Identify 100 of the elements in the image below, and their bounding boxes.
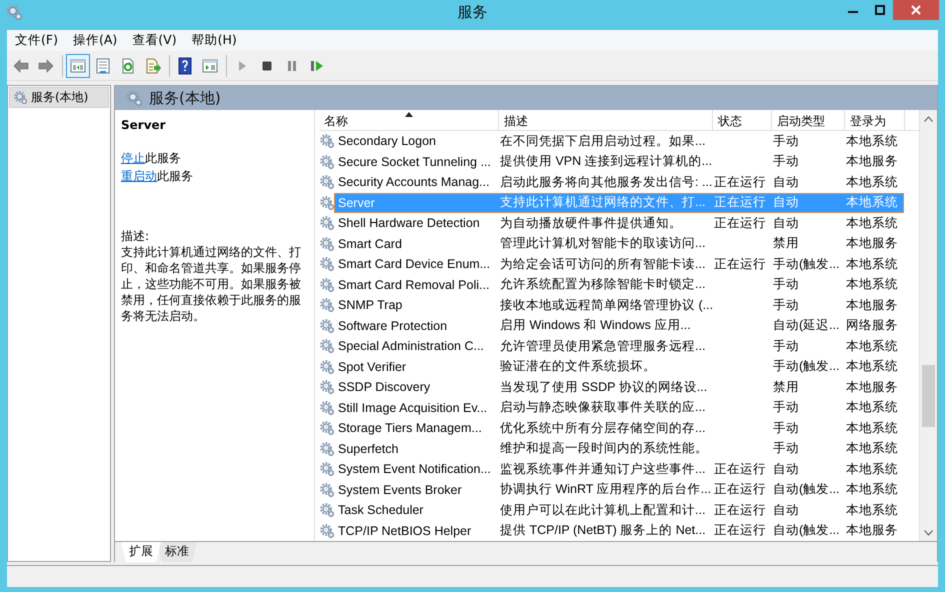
table-row[interactable]: Still Image Acquisition Ev... 启动与静态映像获取事件关联的应... 手动 本地系统 [319, 398, 919, 418]
gear-icon [319, 215, 335, 232]
scrollbar-thumb[interactable] [922, 365, 935, 428]
table-cell-text: Security Accounts Manag... [337, 175, 490, 190]
close-icon [911, 5, 921, 15]
table-cell-text: 网络服务 [845, 317, 899, 334]
table-cell-text: TCP/IP NetBIOS Helper [337, 524, 472, 538]
table-cell-text: 正在运行 [713, 502, 767, 519]
action-link[interactable]: 停止 [121, 151, 145, 165]
table-cell-text: 手动 [772, 440, 800, 458]
table-row[interactable]: Secure Socket Tunneling ... 提供使用 VPN 连接到远程计算机的... 手动 本地服务 [319, 152, 919, 172]
menu-item[interactable]: 文件(F) [14, 32, 66, 49]
view-tab[interactable]: 标准 [157, 542, 197, 562]
scroll-up-icon[interactable] [924, 116, 933, 122]
column-header[interactable]: 状态 [713, 110, 772, 131]
table-row[interactable]: Smart Card Removal Poli... 允许系统配置为移除智能卡时锁定... 手动 本地系统 [319, 274, 919, 295]
table-cell-text: 正在运行 [713, 481, 767, 498]
menu-item[interactable]: 查看(V) [131, 32, 185, 49]
table-cell-text: Spot Verifier [337, 360, 408, 374]
table-cell-text: 维护和提高一段时间内的系统性能。 [499, 440, 709, 458]
table-cell-text: 优化系统中所有分层存储空间的存... [499, 420, 706, 437]
table-cell-text: 本地系统 [845, 358, 899, 376]
column-header[interactable]: 启动类型 [772, 110, 845, 131]
gear-icon [319, 502, 335, 518]
table-cell-text: 手动 [772, 399, 800, 416]
table-cell-text: 为给定会话可访问的所有智能卡读... [499, 256, 706, 273]
table-row[interactable]: Task Scheduler 使用户可以在此计算机上配置和计... 正在运行 自动 本地系统 [319, 500, 919, 520]
table-row[interactable]: Spot Verifier 验证潜在的文件系统损坏。 手动(触发... 本地系统 [319, 356, 919, 377]
table-cell-text: 本地系统 [845, 132, 899, 150]
table-cell-text: 监视系统事件并通知订户这些事件... [499, 460, 706, 478]
table-cell-text: 本地系统 [845, 460, 899, 478]
table-row[interactable]: Storage Tiers Managem... 优化系统中所有分层存储空间的存... 手动 本地系统 [319, 418, 919, 438]
table-row[interactable]: Shell Hardware Detection 为自动播放硬件事件提供通知。 正在运行 自动 本地系统 [319, 213, 919, 234]
table-cell-text: 启动与静态映像获取事件关联的应... [499, 399, 706, 416]
table-cell-text: 本地系统 [845, 502, 899, 519]
table-row[interactable]: Superfetch 维护和提高一段时间内的系统性能。 手动 本地系统 [319, 438, 919, 459]
scroll-down-icon[interactable] [924, 530, 933, 536]
table-cell-text: 本地系统 [845, 276, 899, 294]
table-cell-text: 本地系统 [845, 440, 899, 458]
table-cell-text: 自动 [772, 214, 800, 232]
gear-icon [319, 440, 335, 457]
description-label: 描述: [121, 228, 150, 244]
gear-icon [319, 318, 335, 334]
table-cell-text: System Events Broker [337, 482, 463, 497]
table-cell-text: 本地系统 [845, 256, 899, 273]
gear-icon [319, 236, 335, 252]
table-cell-text: Secondary Logon [337, 134, 437, 148]
table-cell-text: 本地服务 [845, 235, 899, 252]
table-cell-text: 本地服务 [845, 296, 899, 314]
help-icon [176, 56, 194, 74]
tree-item[interactable]: 服务(本地) [9, 87, 109, 108]
table-cell-text: Storage Tiers Managem... [337, 421, 483, 436]
close-button[interactable] [893, 0, 939, 20]
column-header[interactable]: 描述 [499, 110, 713, 131]
menu-item[interactable]: 帮助(H) [190, 32, 245, 49]
table-cell-text: 正在运行 [713, 174, 767, 191]
table-row[interactable]: Security Accounts Manag... 启动此服务将向其他服务发出信号: ...正在运行 自动 本地系统 [319, 172, 919, 192]
gear-icon [319, 358, 335, 375]
table-row[interactable]: SSDP Discovery 当发现了使用 SSDP 协议的网络设... 禁用 本地服务 [319, 377, 919, 398]
table-cell-text: 手动 [772, 338, 800, 355]
gear-icon [319, 400, 335, 416]
table-cell-text: 自动 [772, 460, 800, 478]
table-cell-text: 本地系统 [845, 399, 899, 416]
gear-icon [13, 90, 28, 105]
table-cell-text: Smart Card Removal Poli... [337, 278, 490, 292]
menu-item[interactable]: 操作(A) [72, 32, 126, 49]
window-title: 服务 [458, 3, 488, 21]
table-row[interactable]: Software Protection 启用 Windows 和 Windows 应用... 自动(延迟... 网络服务 [319, 316, 919, 336]
table-cell-text: Smart Card Device Enum... [337, 257, 492, 272]
table-row[interactable]: Smart Card 管理此计算机对智能卡的取读访问... 禁用 本地服务 [319, 234, 919, 254]
forward-arrow-icon [37, 56, 55, 74]
table-row[interactable]: System Event Notification... 监视系统事件并通知订户这些事件... 正在运行 自动 本地系统 [319, 459, 919, 480]
table-cell-text: 提供使用 VPN 连接到远程计算机的... [499, 153, 711, 170]
table-cell-text: Smart Card [337, 236, 403, 251]
table-cell-text: 正在运行 [713, 460, 767, 478]
table-cell-text: 支持此计算机通过网络的文件、打... [499, 194, 706, 212]
action-text: 停止此服务 [121, 150, 182, 166]
table-cell-text: 手动(触发... [772, 256, 841, 273]
table-cell-text: Task Scheduler [337, 503, 424, 518]
table-row[interactable]: System Events Broker 协调执行 WinRT 应用程序的后台作... 正在运行 自动(触发... 本地系统 [319, 480, 919, 500]
table-cell-text: 手动 [772, 420, 800, 437]
table-cell-text: 自动(触发... [772, 522, 841, 540]
column-header[interactable]: 登录为 [845, 110, 905, 131]
column-header[interactable]: 名称 [319, 110, 499, 131]
table-row[interactable]: SNMP Trap 接收本地或远程简单网络管理协议 (... 手动 本地服务 [319, 295, 919, 316]
table-row[interactable]: Smart Card Device Enum... 为给定会话可访问的所有智能卡读... 正在运行 手动(触发... 本地系统 [319, 254, 919, 274]
table-row[interactable]: TCP/IP NetBIOS Helper 提供 TCP/IP (NetBT) 服务上的 Net... 正在运行 自动(触发... 本地服务 [319, 520, 919, 541]
table-cell-text: 为自动播放硬件事件提供通知。 [499, 214, 683, 232]
table-cell-text: Server [337, 196, 376, 210]
view-tab[interactable]: 扩展 [121, 542, 161, 562]
table-row[interactable]: Secondary Logon 在不同凭据下启用启动过程。如果... 手动 本地系统 [319, 131, 919, 152]
gear-icon [319, 154, 335, 170]
table-cell-text: 自动 [772, 174, 800, 191]
table-row[interactable]: Special Administration C... 允许管理员使用紧急管理服务远程... 手动 本地系统 [319, 336, 919, 356]
table-cell-text: 本地系统 [845, 420, 899, 437]
gear-icon [319, 338, 335, 354]
gear-icon [319, 297, 335, 314]
table-cell-text: 手动 [772, 132, 800, 150]
table-cell-text: 当发现了使用 SSDP 协议的网络设... [499, 378, 708, 396]
action-link[interactable]: 重启动 [121, 169, 157, 183]
